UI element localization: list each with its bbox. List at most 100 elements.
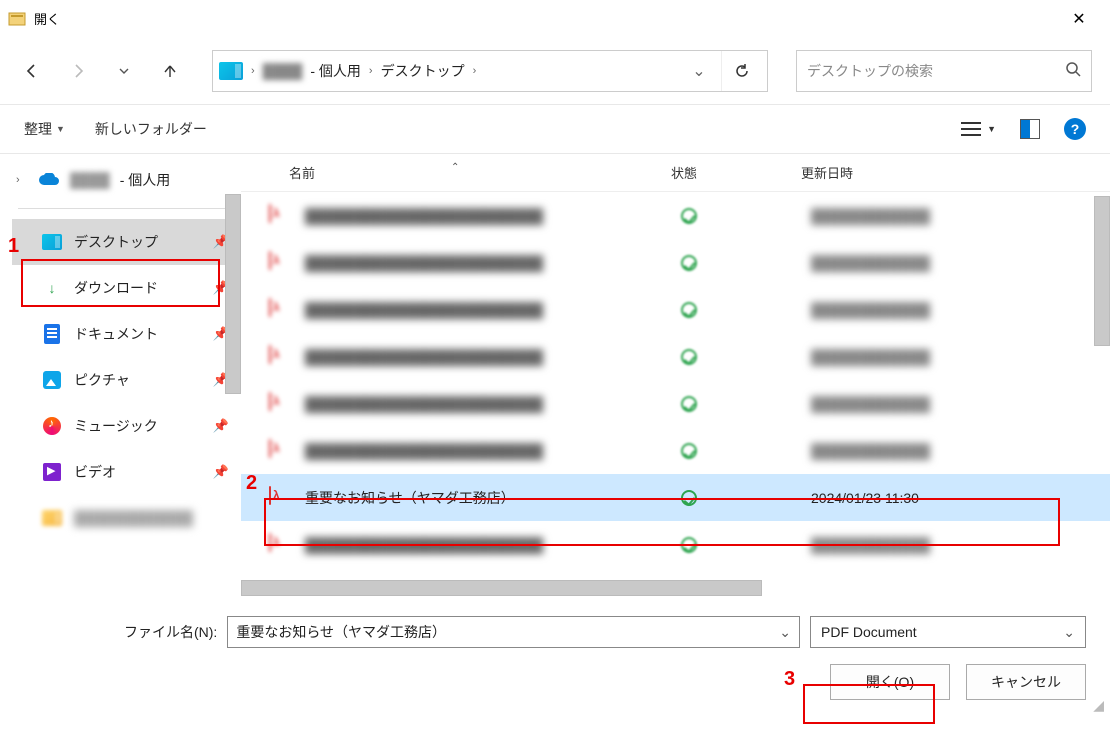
filetype-combo[interactable]: PDF Document ⌄ <box>810 616 1086 648</box>
up-button[interactable] <box>156 57 184 85</box>
search-input[interactable] <box>807 63 1065 79</box>
file-name: ████████████████████████ <box>305 537 681 553</box>
file-status <box>681 537 811 553</box>
resize-grip[interactable]: ◢ <box>1093 697 1104 714</box>
file-name: ████████████████████████ <box>305 349 681 365</box>
divider <box>18 208 235 209</box>
chevron-down-icon[interactable]: ⌄ <box>779 624 791 641</box>
sidebar-item-pictures[interactable]: ピクチャ 📌 <box>12 357 241 403</box>
new-folder-button[interactable]: 新しいフォルダー <box>95 119 207 139</box>
forward-button[interactable] <box>64 57 92 85</box>
status-synced-icon <box>681 302 697 318</box>
crumb-desktop[interactable]: デスクトップ <box>381 61 465 81</box>
cancel-button[interactable]: キャンセル <box>966 664 1086 700</box>
help-button[interactable]: ? <box>1064 118 1086 140</box>
column-headers: 名前⌃ 状態 更新日時 <box>241 154 1110 192</box>
sidebar-item-label: ビデオ <box>74 462 116 482</box>
status-synced-icon <box>681 537 697 553</box>
status-synced-icon <box>681 490 697 506</box>
file-row[interactable]: ████████████████████████████████████ <box>241 521 1110 568</box>
pin-icon[interactable]: 📌 <box>213 464 229 480</box>
column-date[interactable]: 更新日時 <box>801 163 1110 182</box>
close-button[interactable]: ✕ <box>1056 0 1102 38</box>
file-row[interactable]: ████████████████████████████████████ <box>241 239 1110 286</box>
column-name[interactable]: 名前⌃ <box>241 163 671 182</box>
file-name: 重要なお知らせ（ヤマダ工務店） <box>305 488 681 508</box>
file-date: ████████████ <box>811 208 1110 224</box>
picture-icon <box>42 370 62 390</box>
search-icon[interactable] <box>1065 61 1081 82</box>
filepane-scrollbar[interactable] <box>1094 196 1110 346</box>
sidebar-item-blurred[interactable]: ████████████ <box>12 495 241 541</box>
file-date: ████████████ <box>811 537 1110 553</box>
app-icon <box>8 10 26 28</box>
organize-label: 整理 <box>24 119 52 139</box>
sidebar-item-label: ダウンロード <box>74 278 158 298</box>
file-status <box>681 255 811 271</box>
pdf-icon <box>269 487 291 509</box>
sidebar: › ████ - 個人用 デスクトップ 📌 ↓ ダウンロード 📌 ドキュメント … <box>0 154 241 596</box>
file-icon <box>269 299 291 321</box>
search-box[interactable] <box>796 50 1092 92</box>
folder-icon <box>42 232 62 252</box>
sidebar-item-documents[interactable]: ドキュメント 📌 <box>12 311 241 357</box>
file-row[interactable]: ████████████████████████████████████ <box>241 286 1110 333</box>
sidebar-scrollbar[interactable] <box>225 194 241 394</box>
recent-dropdown[interactable] <box>110 57 138 85</box>
file-icon <box>269 534 291 556</box>
sidebar-item-videos[interactable]: ビデオ 📌 <box>12 449 241 495</box>
sidebar-item-music[interactable]: ミュージック 📌 <box>12 403 241 449</box>
sidebar-item-downloads[interactable]: ↓ ダウンロード 📌 <box>12 265 241 311</box>
filename-label: ファイル名(N): <box>124 622 217 642</box>
chevron-right-icon[interactable]: › <box>369 65 373 77</box>
sidebar-item-desktop[interactable]: デスクトップ 📌 <box>12 219 241 265</box>
filename-value: 重要なお知らせ（ヤマダ工務店） <box>236 622 446 642</box>
filetype-value: PDF Document <box>821 624 917 640</box>
file-row[interactable]: ████████████████████████████████████ <box>241 427 1110 474</box>
status-synced-icon <box>681 396 697 412</box>
annotation-1: 1 <box>8 235 19 258</box>
chevron-down-icon: ⌄ <box>1063 624 1075 641</box>
breadcrumb[interactable]: › ████ - 個人用 › デスクトップ › ⌄ <box>212 50 768 92</box>
file-icon <box>269 205 291 227</box>
organize-menu[interactable]: 整理 ▼ <box>24 119 65 139</box>
file-name: ████████████████████████ <box>305 255 681 271</box>
file-row-selected[interactable]: 重要なお知らせ（ヤマダ工務店）2024/01/23 11:30 <box>241 474 1110 521</box>
sidebar-onedrive[interactable]: › ████ - 個人用 <box>12 162 241 198</box>
video-icon <box>42 462 62 482</box>
preview-pane-toggle[interactable] <box>1020 119 1040 139</box>
chevron-down-icon: ▼ <box>56 124 65 134</box>
file-name: ████████████████████████ <box>305 396 681 412</box>
back-button[interactable] <box>18 57 46 85</box>
file-name: ████████████████████████ <box>305 208 681 224</box>
location-icon <box>219 62 243 80</box>
file-list: ████████████████████████████████████████… <box>241 192 1110 568</box>
file-row[interactable]: ████████████████████████████████████ <box>241 192 1110 239</box>
file-icon <box>269 440 291 462</box>
refresh-button[interactable] <box>721 51 761 91</box>
sidebar-item-label: ミュージック <box>74 416 158 436</box>
column-status[interactable]: 状態 <box>671 163 801 182</box>
breadcrumb-dropdown[interactable]: ⌄ <box>685 61 713 81</box>
folder-icon <box>42 508 62 528</box>
file-row[interactable]: ████████████████████████████████████ <box>241 380 1110 427</box>
chevron-right-icon[interactable]: › <box>473 65 477 77</box>
filepane-hscrollbar[interactable] <box>241 580 762 596</box>
filename-combo[interactable]: 重要なお知らせ（ヤマダ工務店） ⌄ <box>227 616 800 648</box>
crumb-user[interactable]: - 個人用 <box>310 61 361 81</box>
crumb-root[interactable]: ████ <box>263 63 303 79</box>
chevron-right-icon[interactable]: › <box>16 174 28 186</box>
file-row[interactable]: ████████████████████████████████████ <box>241 333 1110 380</box>
view-menu[interactable]: ▼ <box>961 122 996 136</box>
annotation-2: 2 <box>246 472 257 495</box>
sidebar-item-label: デスクトップ <box>74 232 158 252</box>
file-date: ████████████ <box>811 349 1110 365</box>
pin-icon[interactable]: 📌 <box>213 418 229 434</box>
chevron-right-icon[interactable]: › <box>251 65 255 77</box>
navbar: › ████ - 個人用 › デスクトップ › ⌄ <box>0 38 1110 104</box>
sidebar-item-label: ████████████ <box>74 510 193 526</box>
cloud-icon <box>38 173 60 187</box>
sidebar-item-label: ピクチャ <box>74 370 130 390</box>
open-button[interactable]: 開く(O) <box>830 664 950 700</box>
onedrive-user-blur: ████ <box>70 172 110 188</box>
